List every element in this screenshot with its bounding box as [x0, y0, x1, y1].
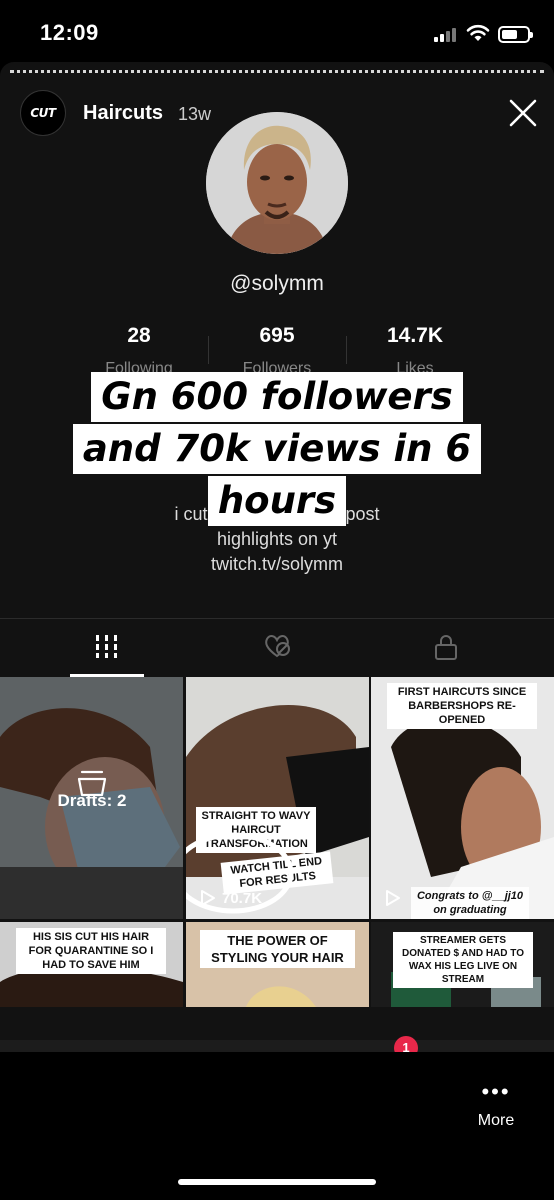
- account-logo-text: CUT: [30, 106, 56, 120]
- home-indicator[interactable]: [178, 1179, 376, 1185]
- play-count-value: 70.7K: [222, 889, 263, 907]
- status-time: 12:09: [40, 20, 99, 45]
- app-bottom-nav: [0, 1040, 554, 1052]
- video-tile[interactable]: THE POWER OF STYLING YOUR HAIR: [186, 922, 369, 1007]
- more-label: More: [477, 1112, 515, 1129]
- video-tile[interactable]: STRAIGHT TO WAVY HAIRCUT TRANSFORMATION …: [186, 677, 369, 919]
- video-caption-sticker: HIS SIS CUT HIS HAIR FOR QUARANTINE SO I…: [16, 928, 166, 974]
- profile-username: @solymm: [230, 272, 324, 295]
- bio-link[interactable]: twitch.tv/solymm: [0, 552, 554, 577]
- story-account-name[interactable]: Haircuts: [83, 102, 163, 125]
- video-caption-sticker: STREAMER GETS DONATED $ AND HAD TO WAX H…: [393, 932, 533, 988]
- cellular-signal-icon: [434, 26, 460, 42]
- battery-icon: [498, 26, 533, 43]
- play-icon: [386, 890, 400, 906]
- account-avatar[interactable]: CUT: [20, 90, 66, 136]
- stat-value: 695: [259, 324, 295, 347]
- tab-private[interactable]: [426, 633, 466, 663]
- more-dots-icon: •••: [481, 1079, 511, 1104]
- video-tile[interactable]: STREAMER GETS DONATED $ AND HAD TO WAX H…: [371, 922, 554, 1007]
- video-caption-sticker: THE POWER OF STYLING YOUR HAIR: [200, 930, 355, 968]
- stat-likes[interactable]: 14.7K Likes: [346, 324, 484, 378]
- drafts-label: Drafts: 2: [57, 791, 127, 810]
- story-age: 13w: [178, 104, 212, 124]
- caption-line: Gn 600 followers: [91, 372, 463, 422]
- stat-value: 28: [127, 324, 151, 347]
- video-tile[interactable]: HIS SIS CUT HIS HAIR FOR QUARANTINE SO I…: [0, 922, 183, 1007]
- video-tile[interactable]: FIRST HAIRCUTS SINCE BARBERSHOPS RE-OPEN…: [371, 677, 554, 919]
- close-icon[interactable]: [508, 98, 538, 128]
- caption-line: and 70k views in 6: [72, 424, 482, 474]
- notification-badge: 1: [394, 1036, 418, 1052]
- lock-icon: [435, 635, 457, 660]
- video-caption-sticker: Congrats to @__jj10 on graduating: [411, 887, 529, 919]
- grid-icon: [96, 635, 117, 658]
- profile-avatar: [206, 112, 348, 254]
- story-progress-bar: [10, 70, 544, 73]
- status-bar: 12:09: [0, 0, 554, 62]
- stat-following[interactable]: 28 Following: [70, 324, 208, 378]
- video-caption-sticker: FIRST HAIRCUTS SINCE BARBERSHOPS RE-OPEN…: [387, 683, 537, 729]
- drafts-tile[interactable]: Drafts: 2: [0, 677, 183, 919]
- video-grid: Drafts: 2 STRAIGHT TO WAVY HAIRCUT TRANS…: [0, 677, 554, 1007]
- more-button[interactable]: ••• More: [466, 1079, 526, 1130]
- bio-line: highlights on yt: [216, 529, 338, 549]
- story-caption: Gn 600 followers and 70k views in 6 hour…: [0, 372, 554, 528]
- story-viewer[interactable]: CUT Haircuts 13w @solymm 28 Following 69…: [0, 62, 554, 1052]
- heart-hidden-icon: [265, 635, 290, 658]
- stat-followers[interactable]: 695 Followers: [208, 324, 346, 378]
- caption-line: hours: [207, 476, 347, 526]
- video-play-count: 70.7K: [200, 889, 262, 907]
- stat-value: 14.7K: [386, 324, 444, 347]
- wifi-icon: [466, 24, 490, 41]
- tab-liked[interactable]: [257, 633, 297, 663]
- tab-videos[interactable]: [87, 633, 127, 663]
- profile-tabs: [0, 618, 554, 677]
- play-icon: [201, 890, 215, 906]
